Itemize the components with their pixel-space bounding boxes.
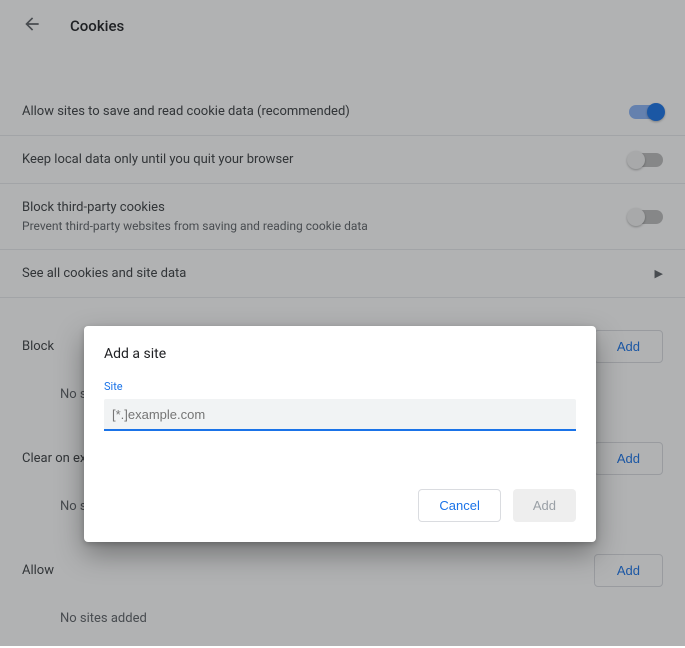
add-button[interactable]: Add	[513, 489, 576, 522]
modal-overlay[interactable]	[0, 0, 685, 646]
cancel-button[interactable]: Cancel	[418, 489, 500, 522]
site-input-wrap[interactable]	[104, 399, 576, 431]
dialog-title: Add a site	[104, 346, 576, 362]
add-site-dialog: Add a site Site Cancel Add	[84, 326, 596, 542]
site-input[interactable]	[112, 407, 568, 422]
dialog-field-label: Site	[104, 380, 576, 393]
